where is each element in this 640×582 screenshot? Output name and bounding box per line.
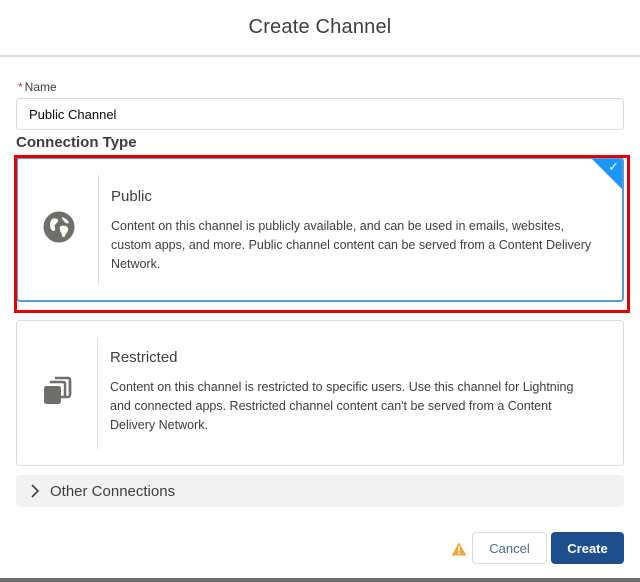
globe-icon (43, 211, 75, 248)
connection-option-restricted[interactable]: Restricted Content on this channel is re… (16, 320, 624, 466)
public-card-body: Public Content on this channel is public… (111, 159, 596, 274)
card-divider (98, 175, 99, 284)
restricted-description: Content on this channel is restricted to… (110, 380, 574, 432)
public-icon-wrap (18, 159, 100, 300)
checkmark-icon: ✓ (608, 159, 619, 174)
required-marker: * (18, 80, 23, 94)
chevron-right-icon (28, 484, 42, 498)
warning-icon[interactable] (451, 542, 467, 561)
cancel-button[interactable]: Cancel (472, 532, 547, 564)
modal-title: Create Channel (248, 16, 392, 38)
create-button[interactable]: Create (551, 532, 624, 564)
background-overlay-strip (0, 578, 640, 582)
connection-option-public[interactable]: Public Content on this channel is public… (16, 157, 624, 302)
name-input[interactable] (16, 98, 624, 130)
restricted-card-body: Restricted Content on this channel is re… (110, 321, 597, 435)
restricted-icon-wrap (17, 321, 99, 465)
restricted-title: Restricted (110, 349, 178, 366)
connection-type-heading: Connection Type (16, 134, 137, 151)
other-connections-toggle[interactable]: Other Connections (16, 475, 624, 507)
card-divider (97, 337, 98, 449)
modal-header: Create Channel (0, 0, 640, 57)
other-connections-label: Other Connections (50, 482, 176, 500)
public-description: Content on this channel is publicly avai… (111, 219, 592, 271)
name-label-text: Name (24, 80, 57, 94)
public-title: Public (111, 188, 152, 205)
stacked-pages-icon (42, 375, 74, 412)
name-field-label: * Name (18, 80, 57, 94)
